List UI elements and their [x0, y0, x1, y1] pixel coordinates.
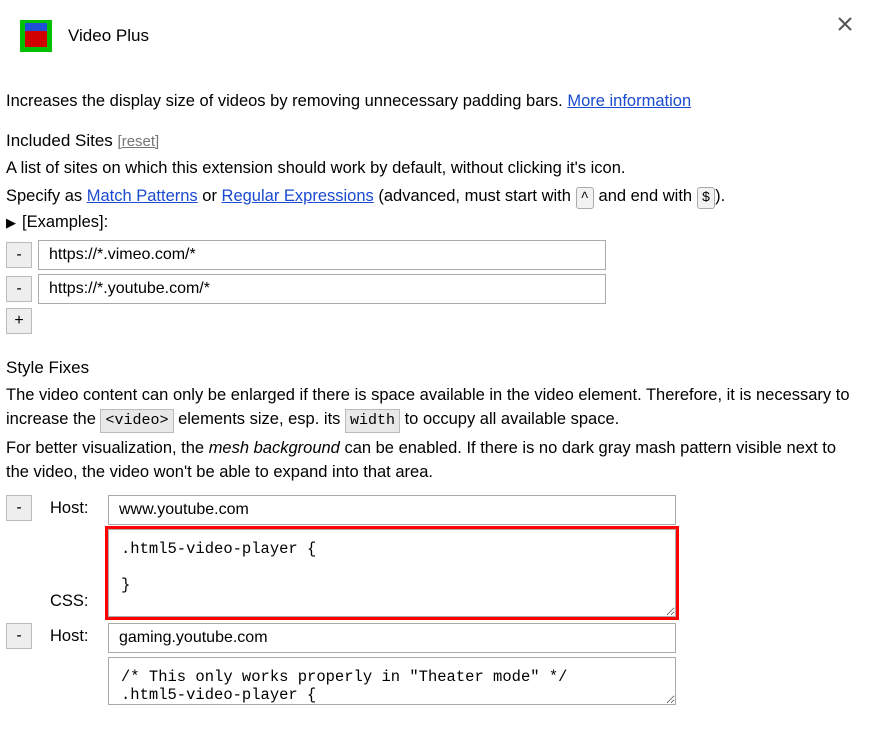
close-button[interactable]	[833, 12, 857, 36]
style-fixes-help-1: The video content can only be enlarged i…	[6, 384, 863, 433]
code-video-tag: <video>	[100, 409, 173, 433]
included-sites-heading: Included Sites [reset]	[6, 131, 863, 151]
host-input[interactable]	[108, 495, 676, 525]
description-text: Increases the display size of videos by …	[6, 92, 863, 111]
host-label: Host:	[50, 495, 100, 518]
match-patterns-link[interactable]: Match Patterns	[87, 187, 198, 205]
add-site-button[interactable]: +	[6, 308, 32, 334]
site-row: -	[6, 240, 863, 270]
css-textarea[interactable]	[108, 657, 676, 705]
mesh-background-italic: mesh background	[209, 439, 340, 457]
site-url-input[interactable]	[38, 274, 606, 304]
examples-label: [Examples]:	[22, 213, 108, 232]
style-fix-row: - Host: CSS:	[6, 495, 863, 617]
remove-site-button[interactable]: -	[6, 242, 32, 268]
remove-fix-button[interactable]: -	[6, 495, 32, 521]
css-textarea[interactable]	[108, 529, 676, 617]
included-sites-help-2: Specify as Match Patterns or Regular Exp…	[6, 185, 863, 209]
app-title: Video Plus	[68, 26, 149, 46]
remove-site-button[interactable]: -	[6, 276, 32, 302]
dialog-header: Video Plus	[0, 0, 869, 62]
style-fixes-heading: Style Fixes	[6, 358, 863, 378]
host-input[interactable]	[108, 623, 676, 653]
triangle-right-icon: ▶	[6, 215, 16, 231]
dollar-key: $	[697, 187, 715, 209]
more-information-link[interactable]: More information	[567, 92, 691, 110]
caret-key: ^	[576, 187, 594, 209]
app-logo-icon	[20, 20, 52, 52]
description-main: Increases the display size of videos by …	[6, 92, 563, 110]
included-sites-help-1: A list of sites on which this extension …	[6, 157, 863, 181]
code-width: width	[345, 409, 400, 433]
css-label: CSS:	[50, 588, 100, 617]
style-fixes-help-2: For better visualization, the mesh backg…	[6, 437, 863, 485]
site-url-input[interactable]	[38, 240, 606, 270]
included-sites-title: Included Sites	[6, 131, 113, 150]
host-label: Host:	[50, 623, 100, 646]
regex-link[interactable]: Regular Expressions	[222, 187, 374, 205]
remove-fix-button[interactable]: -	[6, 623, 32, 649]
examples-toggle[interactable]: ▶ [Examples]:	[6, 213, 863, 232]
reset-link[interactable]: [reset]	[118, 133, 160, 150]
style-fix-row: - Host:	[6, 623, 863, 705]
site-row: -	[6, 274, 863, 304]
